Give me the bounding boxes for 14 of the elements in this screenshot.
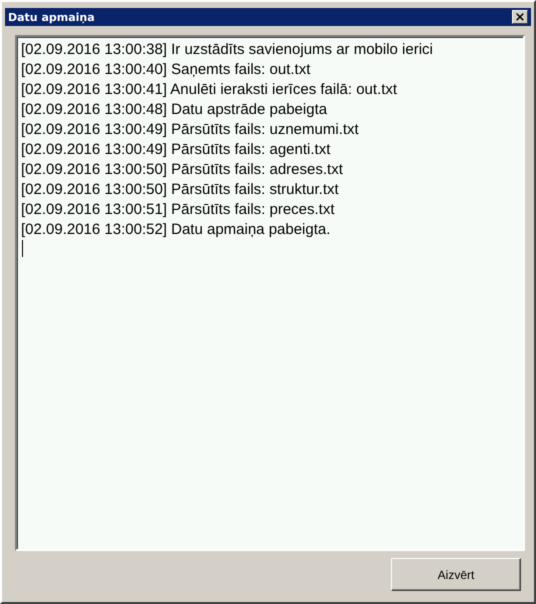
text-cursor xyxy=(22,240,23,257)
close-dialog-button[interactable]: Aizvērt xyxy=(391,558,521,591)
close-button[interactable]: × xyxy=(512,10,528,24)
log-line: [02.09.2016 13:00:41] Anulēti ieraksti ierīces failā: out.txt xyxy=(21,80,398,100)
log-line: [02.09.2016 13:00:50] Pārsūtīts fails: adreses.txt xyxy=(21,160,343,180)
log-line: [02.09.2016 13:00:52] Datu apmaiņa pabeigta. xyxy=(21,220,330,240)
log-line: [02.09.2016 13:00:48] Datu apstrāde pabeigta xyxy=(21,100,328,120)
log-line: [02.09.2016 13:00:51] Pārsūtīts fails: preces.txt xyxy=(21,200,335,220)
window-title: Datu apmaiņa xyxy=(8,10,95,24)
log-line: [02.09.2016 13:00:40] Saņemts fails: out.txt xyxy=(21,60,310,80)
log-line: [02.09.2016 13:00:38] Ir uzstādīts savienojums ar mobilo ierici xyxy=(21,40,433,60)
log-line: [02.09.2016 13:00:49] Pārsūtīts fails: uznemumi.txt xyxy=(21,120,359,140)
log-line: [02.09.2016 13:00:50] Pārsūtīts fails: struktur.txt xyxy=(21,180,339,200)
log-line: [02.09.2016 13:00:49] Pārsūtīts fails: agenti.txt xyxy=(21,140,330,160)
